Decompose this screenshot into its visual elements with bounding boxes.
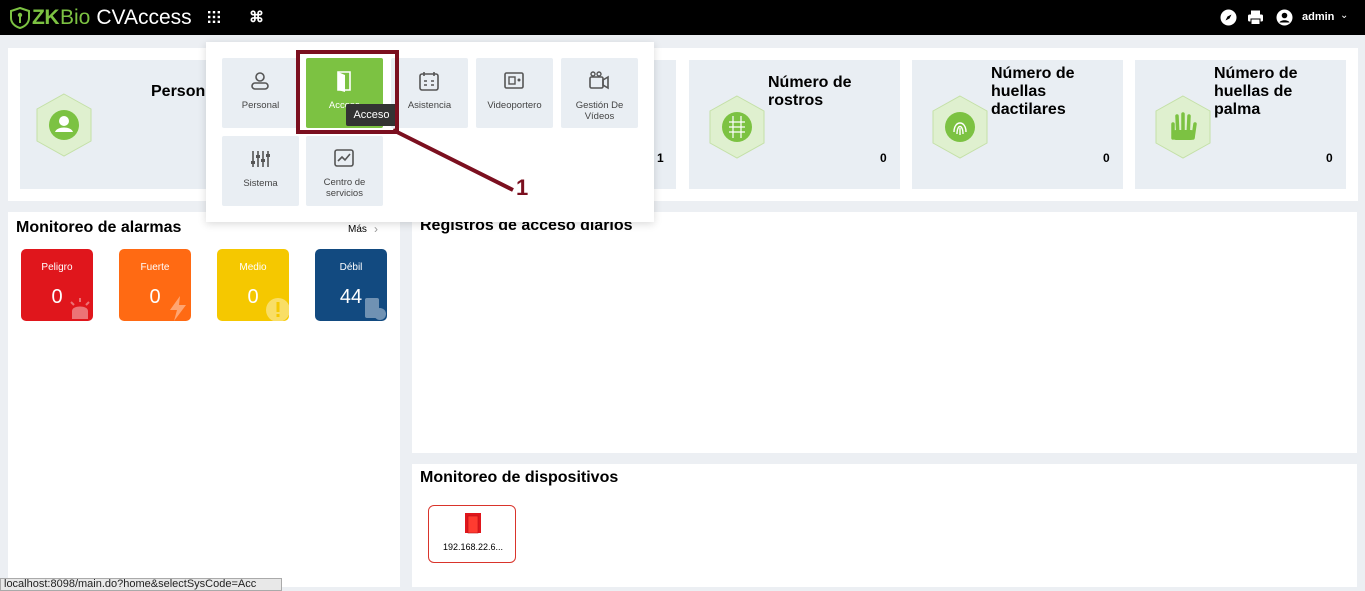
palm-hex-icon [1155, 95, 1211, 159]
printer-icon[interactable] [1247, 9, 1264, 26]
apps-grid-icon[interactable] [207, 10, 221, 24]
app-logo[interactable]: ZK Bio CVAccess [10, 6, 192, 30]
command-icon[interactable]: ⌘ [249, 8, 264, 26]
stat-value: 0 [880, 151, 887, 165]
chevron-down-icon[interactable]: ⌄ [1340, 10, 1348, 21]
alarm-card-strong[interactable]: Fuerte 0 [119, 249, 191, 321]
exclamation-icon [266, 298, 289, 321]
logo-zk: ZK [32, 6, 60, 29]
stat-title: Número de huellas de palma [1214, 65, 1298, 118]
menu-item-label: Sistema [243, 178, 278, 189]
video-camera-icon [589, 71, 609, 90]
person-hex-icon [36, 93, 92, 157]
sliders-icon [251, 151, 270, 167]
status-bar-url: localhost:8098/main.do?home&selectSysCod… [0, 578, 282, 591]
menu-item-personal[interactable]: Personal [222, 58, 299, 128]
logo-product: CVAccess [96, 6, 192, 29]
panel-title: Monitoreo de dispositivos [420, 469, 619, 486]
annotation-number: 1 [516, 175, 529, 200]
stat-card-faces: Número de rostros 0 [689, 60, 900, 189]
device-card[interactable]: 192.168.22.6... [428, 505, 516, 563]
menu-item-asistencia[interactable]: Asistencia [391, 58, 468, 128]
stat-value: 0 [1326, 151, 1333, 165]
menu-item-centro-servicios[interactable]: Centro de servicios [306, 136, 383, 206]
annotation-highlight-box [296, 50, 399, 134]
panel-title: Monitoreo de alarmas [16, 219, 182, 236]
alarm-monitoring-panel: Monitoreo de alarmas Más › Peligro 0 Fue… [8, 212, 400, 587]
document-check-icon [365, 298, 386, 320]
stat-title: Person [151, 83, 206, 100]
user-avatar-icon[interactable] [1276, 9, 1293, 26]
menu-item-gestion-videos[interactable]: Gestión De Vídeos [561, 58, 638, 128]
stat-card-personnel: Person [20, 60, 233, 189]
alarm-label: Débil [339, 262, 363, 273]
alarm-card-weak[interactable]: Débil 44 [315, 249, 387, 321]
menu-item-label: Videoportero [487, 100, 542, 111]
alarm-label: Medio [239, 262, 267, 273]
person-icon [251, 72, 269, 90]
calendar-icon [419, 72, 439, 91]
stat-value: 0 [1103, 151, 1110, 165]
compass-icon[interactable] [1220, 9, 1237, 26]
face-hex-icon [709, 95, 765, 159]
stat-card-palms: Número de huellas de palma 0 [1135, 60, 1346, 189]
menu-item-label: Asistencia [407, 100, 452, 111]
alarm-label: Peligro [41, 262, 73, 273]
more-link[interactable]: Más [348, 224, 367, 235]
stat-title: Número de rostros [768, 74, 852, 109]
stat-card-fingerprints: Número de huellas dactilares 0 [912, 60, 1123, 189]
device-monitoring-panel: Monitoreo de dispositivos 192.168.22.6..… [412, 464, 1357, 587]
menu-item-videoportero[interactable]: Videoportero [476, 58, 553, 128]
lightning-icon [170, 296, 186, 321]
module-menu: Personal Acceso Asistencia Videoportero … [206, 42, 654, 222]
shield-logo-icon [10, 7, 30, 29]
siren-icon [70, 298, 90, 319]
logo-bio: Bio [60, 6, 91, 29]
access-records-panel: Registros de acceso diarios [412, 212, 1357, 453]
alarm-label: Fuerte [140, 262, 170, 273]
menu-item-label: Centro de servicios [323, 177, 366, 199]
menu-item-label: Personal [241, 100, 280, 111]
chevron-right-icon[interactable]: › [374, 222, 378, 236]
device-ip: 192.168.22.6... [442, 542, 504, 552]
fingerprint-hex-icon [932, 95, 988, 159]
intercom-icon [504, 72, 524, 89]
alarm-card-medium[interactable]: Medio 0 [217, 249, 289, 321]
chart-icon [334, 149, 354, 167]
alarm-card-danger[interactable]: Peligro 0 [21, 249, 93, 321]
menu-item-sistema[interactable]: Sistema [222, 136, 299, 206]
stat-title: Número de huellas dactilares [991, 65, 1075, 118]
menu-item-label: Gestión De Vídeos [575, 100, 624, 122]
user-name[interactable]: admin [1302, 11, 1334, 23]
stat-value: 1 [657, 151, 664, 165]
top-bar: ZK Bio CVAccess ⌘ admin ⌄ [0, 0, 1365, 35]
door-icon [465, 513, 481, 534]
